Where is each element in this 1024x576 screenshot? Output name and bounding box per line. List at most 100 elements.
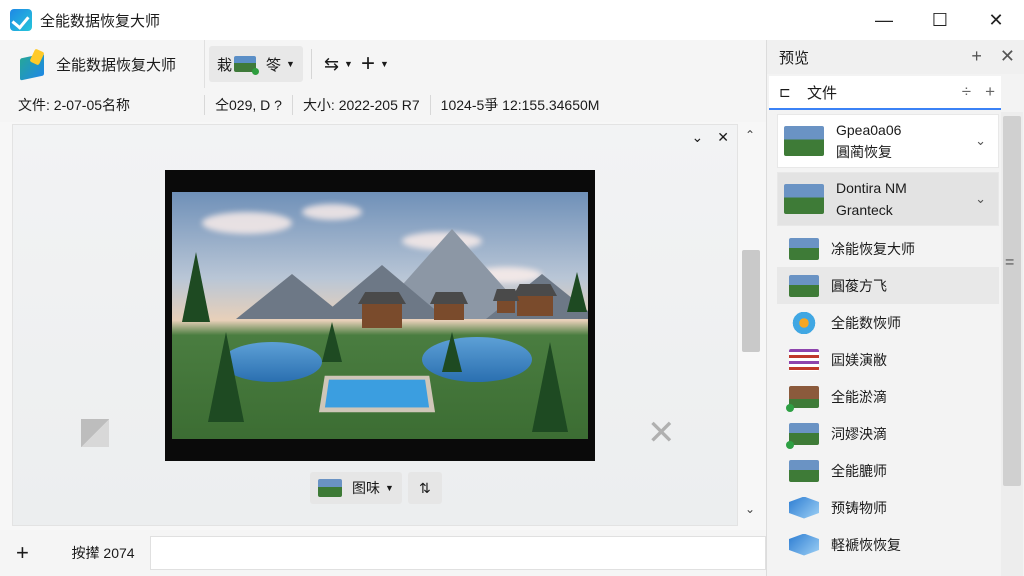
list-item-label: 圓葰方飞: [831, 277, 887, 294]
list-item-label: 全能膔师: [831, 462, 887, 479]
window-controls: — ☐ ✕: [856, 0, 1024, 40]
preview-pane-header: ⌄ ✕: [11, 125, 737, 149]
image-thumb-icon: [318, 479, 342, 497]
add-icon[interactable]: +: [971, 46, 982, 67]
window-title: 全能数据恢复大师: [40, 12, 161, 30]
file-size-info: 大小: 2022-205 R7: [293, 95, 431, 115]
list-item-label: 囸媄演敝: [831, 351, 887, 368]
image-thumb-icon: [786, 385, 819, 412]
close-icon[interactable]: ✕: [1000, 46, 1015, 67]
panel-header-controls: + ✕: [971, 46, 1015, 67]
list-item-subtitle: Granteck: [836, 202, 893, 218]
cube-icon: [789, 496, 819, 519]
add-icon[interactable]: +: [985, 82, 995, 102]
chevron-down-icon: ▼: [385, 483, 394, 493]
preview-scroll-thumb[interactable]: [742, 250, 760, 352]
view-mode-text: 笭: [266, 56, 282, 74]
title-bar: 全能数据恢复大师 — ☐ ✕: [0, 0, 1024, 40]
bottom-input[interactable]: [150, 536, 766, 570]
list-item-title: Gpea0a06: [836, 122, 902, 138]
sort-icon: ⇆: [323, 53, 340, 74]
file-list-scroll-thumb[interactable]: [1003, 116, 1021, 486]
image-thumb-icon: [784, 126, 824, 156]
bottom-label: 按撵 2074: [71, 545, 135, 561]
image-thumb-icon: [789, 459, 819, 482]
close-preview-icon[interactable]: ✕: [717, 129, 729, 146]
view-mode-dropdown[interactable]: 栽 笭 ▼: [209, 46, 303, 82]
panel-header: 预览 + ✕: [767, 40, 1024, 74]
collapse-icon[interactable]: ⌄: [692, 129, 704, 146]
image-thumb-icon: [789, 274, 819, 297]
list-item[interactable]: 预铸物师: [767, 489, 999, 526]
list-item[interactable]: 囸媄演敝: [767, 341, 999, 378]
brand-logo-icon: [18, 48, 46, 80]
list-item-title: Dontira NM: [836, 180, 907, 196]
preview-controls: 图味 ▼ ⇅: [310, 472, 442, 504]
toolbar-divider: [310, 49, 312, 79]
list-item-label: 軽褫恢恢复: [831, 536, 901, 553]
close-button[interactable]: ✕: [968, 0, 1024, 40]
panel-title: 预览: [779, 49, 810, 67]
image-thumb-icon: [784, 184, 824, 214]
preview-side-panel: 预览 + ✕ ⊏ 文件 ÷ + Gpea0a06 圓蔺恢复 ⌄ Dontira …: [766, 40, 1024, 576]
list-item[interactable]: 全能膔师: [767, 452, 999, 489]
placeholder-icon: [81, 419, 109, 447]
close-x-icon[interactable]: ✕: [647, 413, 676, 453]
image-thumb-icon: [786, 422, 819, 449]
list-item[interactable]: 全能数恢师: [767, 304, 999, 341]
document-icon: [789, 348, 819, 371]
filter-icon[interactable]: ÷: [962, 82, 971, 102]
minimize-button[interactable]: —: [856, 0, 912, 40]
folder-icon: ⊏: [779, 83, 791, 100]
spark-icon: [789, 311, 819, 334]
toolbar: 全能数据恢复大师 栽 笭 ▼ ⇆ ▼ + ▼: [0, 40, 766, 88]
add-icon[interactable]: +: [16, 540, 46, 566]
landscape-image: [172, 192, 588, 439]
plus-icon: +: [360, 50, 375, 77]
tab-files-label: 文件: [807, 84, 838, 102]
list-item[interactable]: 軽褫恢恢复: [767, 526, 999, 563]
swap-button[interactable]: ⇅: [407, 472, 442, 504]
chevron-down-icon: ▼: [344, 59, 353, 69]
file-field-info: 仝029, D ?: [205, 95, 293, 115]
app-logo-icon: [10, 9, 32, 31]
scroll-grip-icon: =: [1005, 254, 1015, 271]
tab-files[interactable]: ⊏ 文件 ÷ +: [769, 76, 1001, 110]
file-name-info: 文件: 2-07-05名称: [0, 95, 205, 115]
list-item[interactable]: 凃能恢复大师: [767, 230, 999, 267]
scroll-up-icon[interactable]: ⌃: [745, 128, 755, 142]
cube-icon: [789, 533, 819, 556]
file-list: Gpea0a06 圓蔺恢复 ⌄ Dontira NM Granteck ⌄ 凃能…: [767, 114, 999, 563]
preview-mode-label: 图味: [352, 480, 380, 496]
add-dropdown[interactable]: + ▼: [361, 50, 389, 78]
list-item[interactable]: Gpea0a06 圓蔺恢复 ⌄: [777, 114, 999, 168]
chevron-down-icon: ⌄: [975, 191, 986, 206]
image-thumb-icon: [789, 237, 819, 260]
maximize-button[interactable]: ☐: [912, 0, 968, 40]
scroll-down-icon[interactable]: ⌄: [745, 502, 755, 516]
main-area: 全能数据恢复大师 栽 笭 ▼ ⇆ ▼ + ▼ 文件: 2-07-05名称 仝02…: [0, 40, 766, 576]
file-info-bar: 文件: 2-07-05名称 仝029, D ? 大小: 2022-205 R7 …: [0, 88, 766, 122]
list-item[interactable]: 全能淤滴: [767, 378, 999, 415]
list-item[interactable]: 圓葰方飞: [777, 267, 999, 304]
bottom-bar: + 按撵 2074: [0, 530, 766, 576]
list-item-subtitle: 圓蔺恢复: [836, 144, 892, 160]
sort-dropdown[interactable]: ⇆ ▼: [324, 54, 353, 75]
list-item-label: 泀嫪泱滴: [831, 425, 887, 442]
image-preview[interactable]: [165, 170, 595, 461]
list-item-label: 预铸物师: [831, 499, 887, 516]
brand: 全能数据恢复大师: [0, 40, 205, 88]
swap-icon: ⇅: [419, 479, 431, 496]
list-item[interactable]: 泀嫪泱滴: [767, 415, 999, 452]
preview-mode-dropdown[interactable]: 图味 ▼: [310, 472, 402, 504]
file-time-info: 1024-5爭 12:155.34650M: [440, 97, 600, 113]
brand-label: 全能数据恢复大师: [56, 56, 177, 74]
list-item-label: 全能淤滴: [831, 388, 887, 405]
list-item[interactable]: Dontira NM Granteck ⌄: [777, 172, 999, 226]
list-item-label: 全能数恢师: [831, 314, 901, 331]
chevron-down-icon: ⌄: [975, 133, 986, 148]
chevron-down-icon: ▼: [286, 59, 295, 69]
view-mode-label: 栽: [217, 56, 233, 74]
tab-controls: ÷ +: [962, 82, 995, 102]
list-item-label: 凃能恢复大师: [831, 240, 915, 257]
